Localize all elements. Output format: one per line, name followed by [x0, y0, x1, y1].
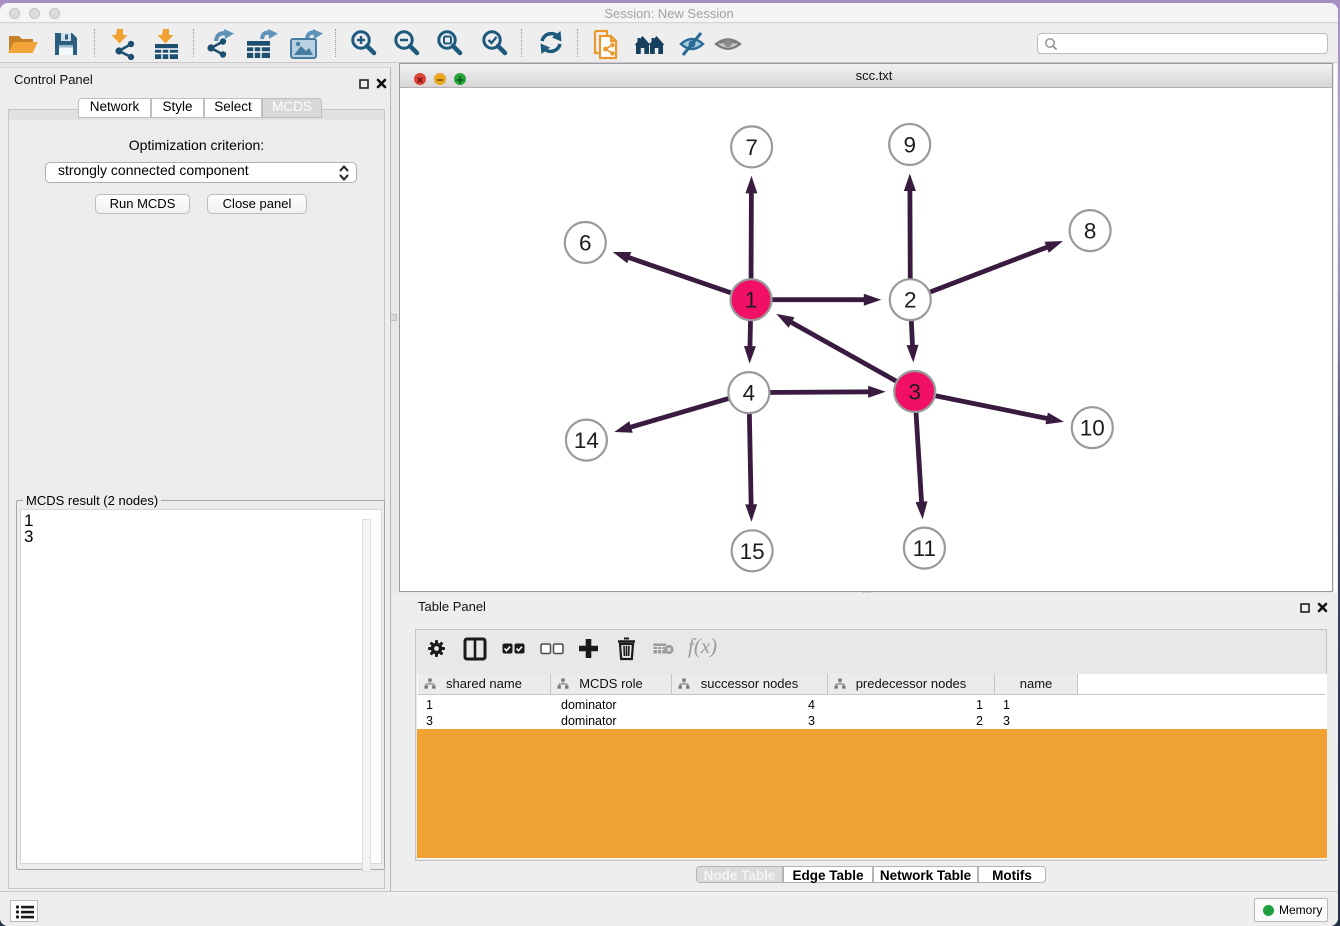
svg-text:15: 15: [740, 539, 765, 564]
svg-text:11: 11: [913, 536, 936, 561]
svg-text:14: 14: [574, 428, 599, 453]
svg-text:7: 7: [745, 135, 758, 160]
svg-text:8: 8: [1084, 219, 1097, 244]
svg-text:9: 9: [903, 133, 916, 158]
svg-text:10: 10: [1080, 416, 1105, 441]
svg-text:2: 2: [904, 288, 917, 313]
svg-text:4: 4: [743, 381, 756, 406]
svg-text:6: 6: [579, 231, 592, 256]
svg-text:1: 1: [745, 288, 758, 313]
svg-text:3: 3: [908, 380, 921, 405]
